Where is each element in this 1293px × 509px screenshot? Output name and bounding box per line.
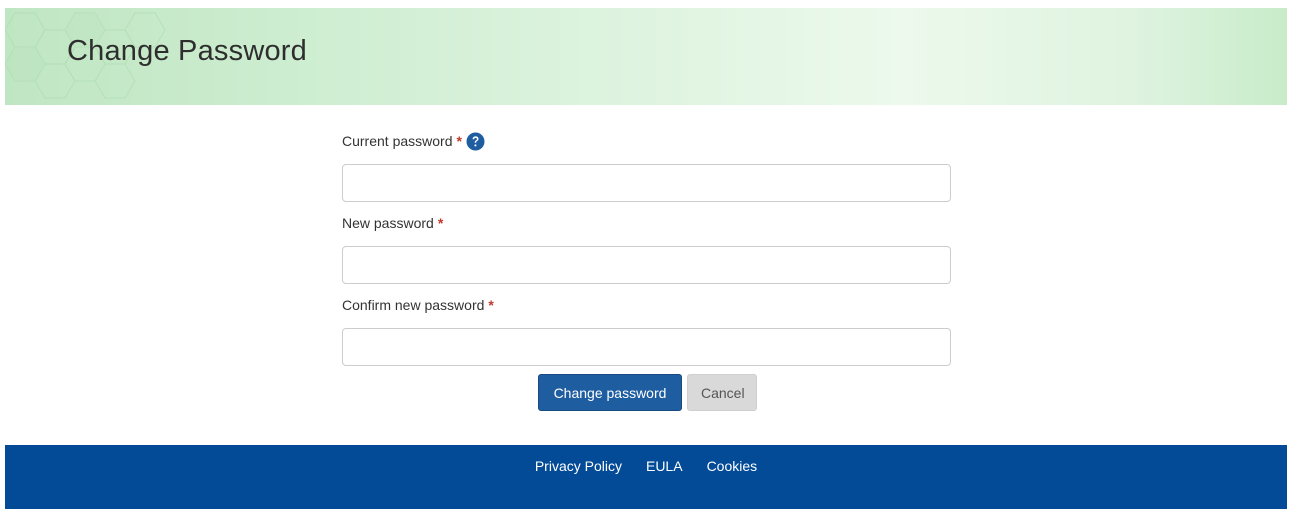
required-marker: * <box>488 297 494 313</box>
cookies-link[interactable]: Cookies <box>707 458 758 474</box>
question-circle-icon[interactable] <box>466 132 485 151</box>
current-password-group: Current password * <box>342 130 952 202</box>
confirm-password-input[interactable] <box>342 328 951 366</box>
confirm-password-label: Confirm new password <box>342 297 485 313</box>
new-password-input[interactable] <box>342 246 951 284</box>
current-password-label: Current password <box>342 133 453 149</box>
required-marker: * <box>456 133 462 149</box>
required-marker: * <box>437 215 444 231</box>
form-actions: Change password Cancel <box>538 374 757 411</box>
confirm-password-group: Confirm new password * <box>342 294 952 366</box>
footer-links: Privacy Policy EULA Cookies <box>5 458 1287 474</box>
page: Change Password Current password * New p… <box>5 8 1287 509</box>
current-password-input[interactable] <box>342 164 951 202</box>
eula-link[interactable]: EULA <box>646 458 683 474</box>
page-footer: Privacy Policy EULA Cookies <box>5 445 1287 509</box>
cancel-button[interactable]: Cancel <box>687 374 757 411</box>
new-password-label-row: New password * <box>342 212 952 234</box>
new-password-group: New password * <box>342 212 952 284</box>
page-title: Change Password <box>67 35 307 67</box>
new-password-label: New password <box>342 215 434 231</box>
page-header: Change Password <box>5 8 1287 105</box>
confirm-password-label-row: Confirm new password * <box>342 294 952 316</box>
current-password-label-row: Current password * <box>342 130 952 152</box>
change-password-button[interactable]: Change password <box>538 374 682 411</box>
privacy-policy-link[interactable]: Privacy Policy <box>535 458 622 474</box>
